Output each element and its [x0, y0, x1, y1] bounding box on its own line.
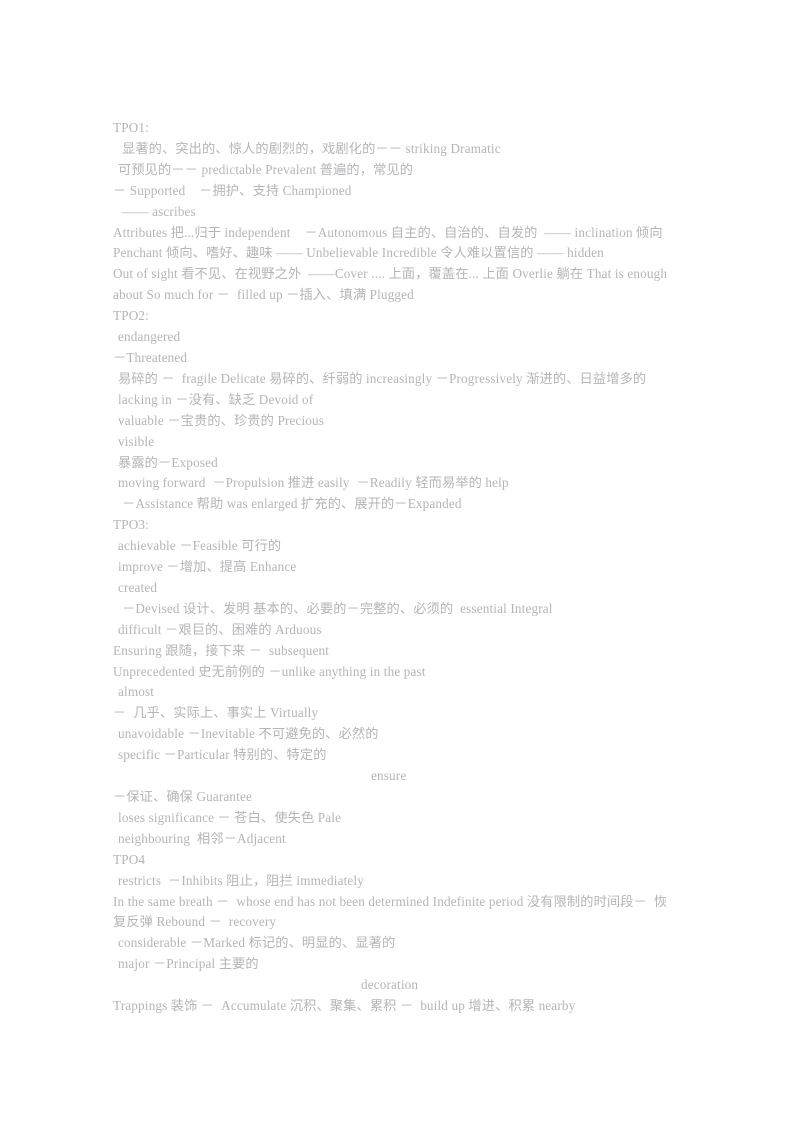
text-line: －Devised 设计、发明 基本的、必要的－完整的、必须的 essential…	[122, 600, 553, 616]
text-line: loses significance － 苍白、使失色 Pale	[118, 809, 342, 825]
text-line: － Supported －拥护、支持 Championed	[113, 182, 352, 198]
text-line: difficult －艰巨的、困难的 Arduous	[118, 621, 322, 637]
text-line: unavoidable －Inevitable 不可避免的、必然的	[118, 726, 379, 742]
text-line: created	[118, 579, 158, 595]
text-line: about So much for － filled up －插入、填满 Plu…	[113, 287, 414, 303]
text-line: － 几乎、实际上、事实上 Virtually	[113, 705, 319, 721]
text-line: ensure	[371, 768, 407, 784]
text-line: Unprecedented 史无前例的 －unlike anything in …	[113, 663, 426, 679]
text-line: specific －Particular 特别的、特定的	[118, 747, 327, 763]
text-line: neighbouring 相邻－Adjacent	[118, 830, 286, 846]
text-line: 可预见的－－ predictable Prevalent 普遍的，常见的	[118, 161, 414, 177]
text-line: moving forward －Propulsion 推进 easily －Re…	[118, 475, 509, 491]
text-line: achievable －Feasible 可行的	[118, 538, 282, 554]
text-line: Trappings 装饰 － Accumulate 沉积、聚集、累积 － bui…	[113, 998, 576, 1014]
text-line: lacking in －没有、缺乏 Devoid of	[118, 391, 314, 407]
text-line: Penchant 倾向、嗜好、趣味 —— Unbelievable Incred…	[113, 245, 604, 261]
text-line: Out of sight 看不见、在视野之外 ——Cover .... 上面，覆…	[113, 266, 668, 282]
section-heading: TPO3:	[113, 517, 149, 533]
text-line: 复反弹 Rebound － recovery	[113, 914, 277, 930]
text-line: endangered	[118, 329, 181, 345]
text-line: restricts －Inhibits 阻止，阻拦 immediately	[118, 872, 364, 888]
text-line: In the same breath － whose end has not b…	[113, 893, 668, 909]
text-line: major －Principal 主要的	[118, 956, 259, 972]
document-page: TPO1: 显著的、突出的、惊人的剧烈的，戏剧化的－－ striking Dram…	[0, 0, 793, 1122]
text-line: almost	[118, 684, 155, 700]
text-line: －Threatened	[113, 349, 188, 365]
text-line: visible	[118, 433, 155, 449]
text-line: －保证、确保 Guarantee	[113, 789, 253, 804]
text-line: improve －增加、提高 Enhance	[118, 559, 297, 575]
text-line: －Assistance 帮助 was enlarged 扩充的、展开的－Expa…	[122, 496, 462, 512]
text-line: 显著的、突出的、惊人的剧烈的，戏剧化的－－ striking Dramatic	[122, 140, 501, 156]
text-line: considerable －Marked 标记的、明显的、显著的	[118, 935, 396, 951]
section-heading: TPO1:	[113, 120, 149, 135]
text-line: 暴露的－Exposed	[118, 454, 218, 470]
section-heading: TPO4	[113, 851, 146, 867]
text-line: Ensuring 跟随，接下来 － subsequent	[113, 642, 330, 658]
text-line: valuable －宝贵的、珍贵的 Precious	[118, 412, 325, 428]
text-line: —— ascribes	[122, 203, 196, 219]
text-line: decoration	[361, 977, 419, 993]
text-line: Attributes 把...归于 independent －Autonomou…	[113, 224, 663, 240]
section-heading: TPO2:	[113, 308, 149, 324]
text-line: 易碎的 － fragile Delicate 易碎的、纤弱的 increasin…	[118, 370, 647, 386]
document-text-body: TPO1: 显著的、突出的、惊人的剧烈的，戏剧化的－－ striking Dram…	[113, 118, 683, 1017]
